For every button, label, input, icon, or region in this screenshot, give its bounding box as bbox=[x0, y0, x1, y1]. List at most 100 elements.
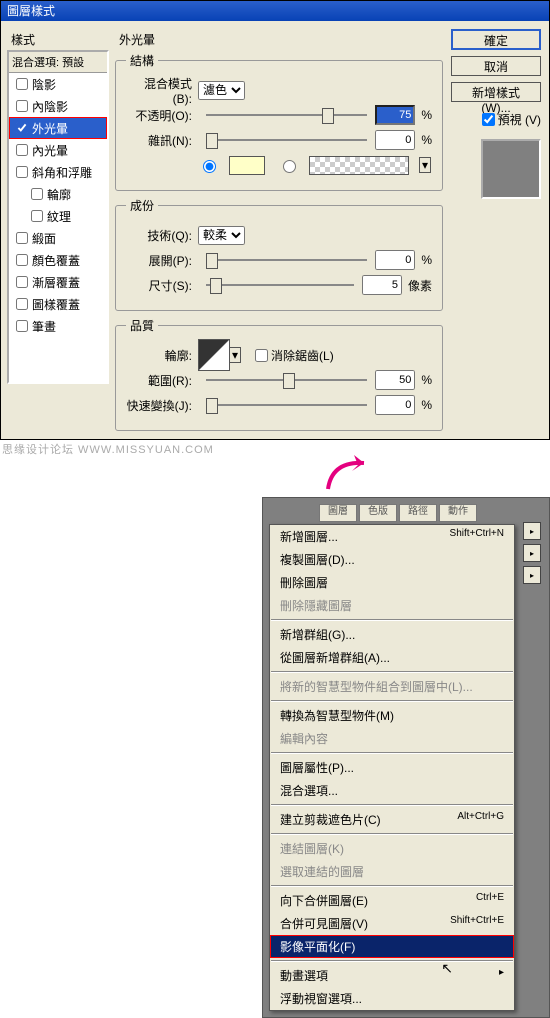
blend-mode-label: 混合模式(B): bbox=[126, 75, 192, 106]
contour-label: 輪廓: bbox=[126, 347, 192, 364]
menu-item-label: 浮動視窗選項... bbox=[280, 990, 362, 1007]
menu-item-label: 圖層屬性(P)... bbox=[280, 759, 354, 776]
menu-item[interactable]: 新增圖層...Shift+Ctrl+N bbox=[270, 525, 514, 548]
technique-select[interactable]: 較柔 bbox=[198, 226, 245, 245]
menu-item[interactable]: 合併可見圖層(V) Shift+Ctrl+E bbox=[270, 912, 514, 935]
style-item[interactable]: 圖樣覆蓋 bbox=[9, 293, 107, 315]
menu-separator bbox=[271, 885, 513, 887]
dropdown-icon[interactable]: ▾ bbox=[419, 157, 431, 173]
panel-menu-button-1[interactable]: ▸ bbox=[523, 522, 541, 540]
style-label-text: 圖樣覆蓋 bbox=[32, 296, 80, 313]
menu-item[interactable]: 複製圖層(D)... bbox=[270, 548, 514, 571]
menu-item[interactable]: 浮動視窗選項... bbox=[270, 987, 514, 1010]
style-checkbox[interactable] bbox=[16, 298, 28, 310]
spread-slider[interactable] bbox=[206, 253, 367, 267]
menu-item[interactable]: 動畫選項▸ bbox=[270, 964, 514, 987]
layers-panel: 圖層色版路徑動作 ▸ ▸ ▸ 新增圖層...Shift+Ctrl+N 複製圖層(D… bbox=[262, 497, 550, 1018]
menu-item[interactable]: 轉換為智慧型物件(M) bbox=[270, 704, 514, 727]
menu-item-label: 複製圖層(D)... bbox=[280, 551, 355, 568]
style-item[interactable]: 漸層覆蓋 bbox=[9, 271, 107, 293]
menu-item-label: 編輯內容 bbox=[280, 730, 328, 747]
style-item[interactable]: 內陰影 bbox=[9, 95, 107, 117]
jitter-label: 快速變換(J): bbox=[126, 397, 192, 414]
blend-options-head[interactable]: 混合選項: 預設 bbox=[9, 52, 107, 73]
blend-mode-select[interactable]: 濾色 bbox=[198, 81, 245, 100]
noise-slider[interactable] bbox=[206, 133, 367, 147]
style-checkbox[interactable] bbox=[31, 210, 43, 222]
menu-item[interactable]: 刪除圖層 bbox=[270, 571, 514, 594]
panel-tab[interactable]: 動作 bbox=[439, 504, 477, 522]
panel-tab[interactable]: 色版 bbox=[359, 504, 397, 522]
style-item[interactable]: 輪廓 bbox=[9, 183, 107, 205]
menu-separator bbox=[271, 619, 513, 621]
menu-item-shortcut: Shift+Ctrl+E bbox=[450, 915, 504, 932]
jitter-slider[interactable] bbox=[206, 398, 367, 412]
menu-item[interactable]: 建立剪裁遮色片(C)Alt+Ctrl+G bbox=[270, 808, 514, 831]
style-checkbox[interactable] bbox=[16, 78, 28, 90]
size-slider[interactable] bbox=[206, 278, 354, 292]
antialias-checkbox[interactable] bbox=[255, 349, 268, 362]
panel-tab[interactable]: 圖層 bbox=[319, 504, 357, 522]
menu-item[interactable]: 混合選項... bbox=[270, 779, 514, 802]
menu-item: 連結圖層(K) bbox=[270, 837, 514, 860]
menu-item[interactable]: 從圖層新增群組(A)... bbox=[270, 646, 514, 669]
style-checkbox[interactable] bbox=[16, 100, 28, 112]
noise-input[interactable] bbox=[375, 130, 415, 150]
size-input[interactable] bbox=[362, 275, 402, 295]
style-item[interactable]: 顏色覆蓋 bbox=[9, 249, 107, 271]
menu-separator bbox=[271, 804, 513, 806]
range-slider[interactable] bbox=[206, 373, 367, 387]
style-checkbox[interactable] bbox=[16, 122, 28, 134]
preview-toggle[interactable]: 預視 (V) bbox=[478, 110, 541, 129]
style-checkbox[interactable] bbox=[16, 320, 28, 332]
spread-input[interactable] bbox=[375, 250, 415, 270]
style-item[interactable]: 紋理 bbox=[9, 205, 107, 227]
style-checkbox[interactable] bbox=[16, 166, 28, 178]
style-item[interactable]: 筆畫 bbox=[9, 315, 107, 337]
style-checkbox[interactable] bbox=[16, 276, 28, 288]
size-label: 尺寸(S): bbox=[126, 277, 192, 294]
range-label: 範圍(R): bbox=[126, 372, 192, 389]
panel-menu-button-3[interactable]: ▸ bbox=[523, 566, 541, 584]
cancel-button[interactable]: 取消 bbox=[451, 56, 541, 76]
arrow-icon bbox=[320, 455, 380, 499]
range-input[interactable] bbox=[375, 370, 415, 390]
new-style-button[interactable]: 新增樣式(W)... bbox=[451, 82, 541, 102]
style-label-text: 筆畫 bbox=[32, 318, 56, 335]
glow-color-swatch[interactable] bbox=[229, 156, 265, 175]
style-checkbox[interactable] bbox=[16, 144, 28, 156]
style-checkbox[interactable] bbox=[16, 254, 28, 266]
menu-item[interactable]: 向下合併圖層(E)Ctrl+E bbox=[270, 889, 514, 912]
dropdown-icon[interactable]: ▾ bbox=[229, 347, 241, 363]
menu-item-label: 轉換為智慧型物件(M) bbox=[280, 707, 394, 724]
style-item[interactable]: 陰影 bbox=[9, 73, 107, 95]
opacity-slider[interactable] bbox=[206, 108, 367, 122]
ok-button[interactable]: 確定 bbox=[451, 29, 541, 50]
menu-item[interactable]: 影像平面化(F) bbox=[270, 935, 514, 958]
jitter-input[interactable] bbox=[375, 395, 415, 415]
glow-gradient-swatch[interactable] bbox=[309, 156, 409, 175]
style-item[interactable]: 斜角和浮雕 bbox=[9, 161, 107, 183]
opacity-input[interactable] bbox=[375, 105, 415, 125]
watermark-text: 思缘设计论坛 WWW.MISSYUAN.COM bbox=[2, 441, 550, 457]
style-item[interactable]: 緞面 bbox=[9, 227, 107, 249]
contour-picker[interactable] bbox=[198, 339, 230, 371]
panel-menu-button-2[interactable]: ▸ bbox=[523, 544, 541, 562]
style-checkbox[interactable] bbox=[31, 188, 43, 200]
context-menu: 新增圖層...Shift+Ctrl+N複製圖層(D)...刪除圖層刪除隱藏圖層新… bbox=[269, 524, 515, 1011]
color-radio[interactable] bbox=[203, 160, 216, 173]
dialog-title: 圖層樣式 bbox=[7, 4, 55, 18]
menu-item[interactable]: 圖層屬性(P)... bbox=[270, 756, 514, 779]
menu-item-label: 合併可見圖層(V) bbox=[280, 915, 368, 932]
style-checkbox[interactable] bbox=[16, 232, 28, 244]
style-label-text: 緞面 bbox=[32, 230, 56, 247]
style-item[interactable]: 外光暈 bbox=[9, 117, 107, 139]
menu-item-label: 向下合併圖層(E) bbox=[280, 892, 368, 909]
panel-tab[interactable]: 路徑 bbox=[399, 504, 437, 522]
dialog-titlebar[interactable]: 圖層樣式 bbox=[1, 1, 549, 21]
gradient-radio[interactable] bbox=[283, 160, 296, 173]
menu-item[interactable]: 新增群組(G)... bbox=[270, 623, 514, 646]
opacity-label: 不透明(O): bbox=[126, 107, 192, 124]
style-item[interactable]: 內光暈 bbox=[9, 139, 107, 161]
preview-checkbox[interactable] bbox=[482, 113, 495, 126]
